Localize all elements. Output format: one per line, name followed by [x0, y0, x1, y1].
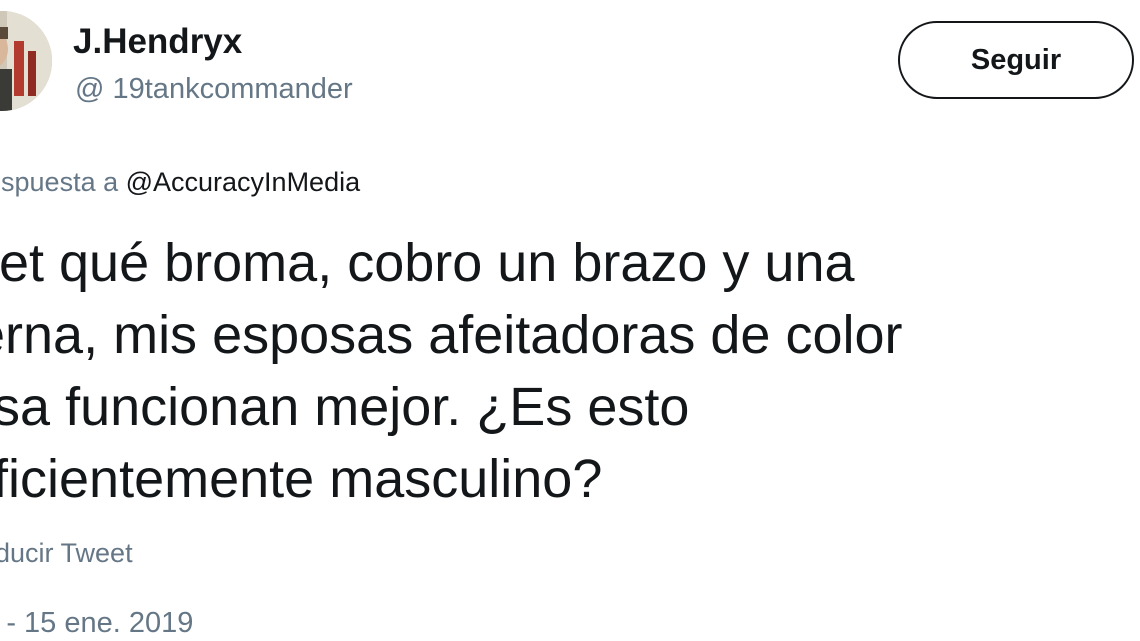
translate-tweet-link[interactable]: raducir Tweet [0, 538, 133, 569]
tweet-text: illet qué broma, cobro un brazo y una ie… [0, 227, 1140, 515]
display-name[interactable]: J.Hendryx [73, 22, 242, 62]
tweet-text-line: uficientemente masculino? [0, 449, 603, 509]
user-avatar-photo-icon [0, 11, 52, 111]
tweet-text-line: illet qué broma, cobro un brazo y una [0, 233, 855, 293]
reply-context-label: espuesta a [0, 167, 119, 197]
follow-button[interactable]: Seguir [898, 21, 1134, 99]
reply-context: espuesta a @AccuracyInMedia [0, 167, 360, 198]
tweet-card: J.Hendryx @ 19tankcommander Seguir espue… [0, 0, 1140, 641]
tweet-text-line: osa funcionan mejor. ¿Es esto [0, 377, 690, 437]
tweet-text-line: ierna, mis esposas afeitadoras de color [0, 305, 903, 365]
avatar[interactable] [0, 11, 52, 111]
user-handle[interactable]: @ 19tankcommander [75, 73, 353, 106]
tweet-timestamp[interactable]: 38 - 15 ene. 2019 [0, 607, 193, 640]
reply-mention-link[interactable]: @AccuracyInMedia [126, 167, 361, 197]
